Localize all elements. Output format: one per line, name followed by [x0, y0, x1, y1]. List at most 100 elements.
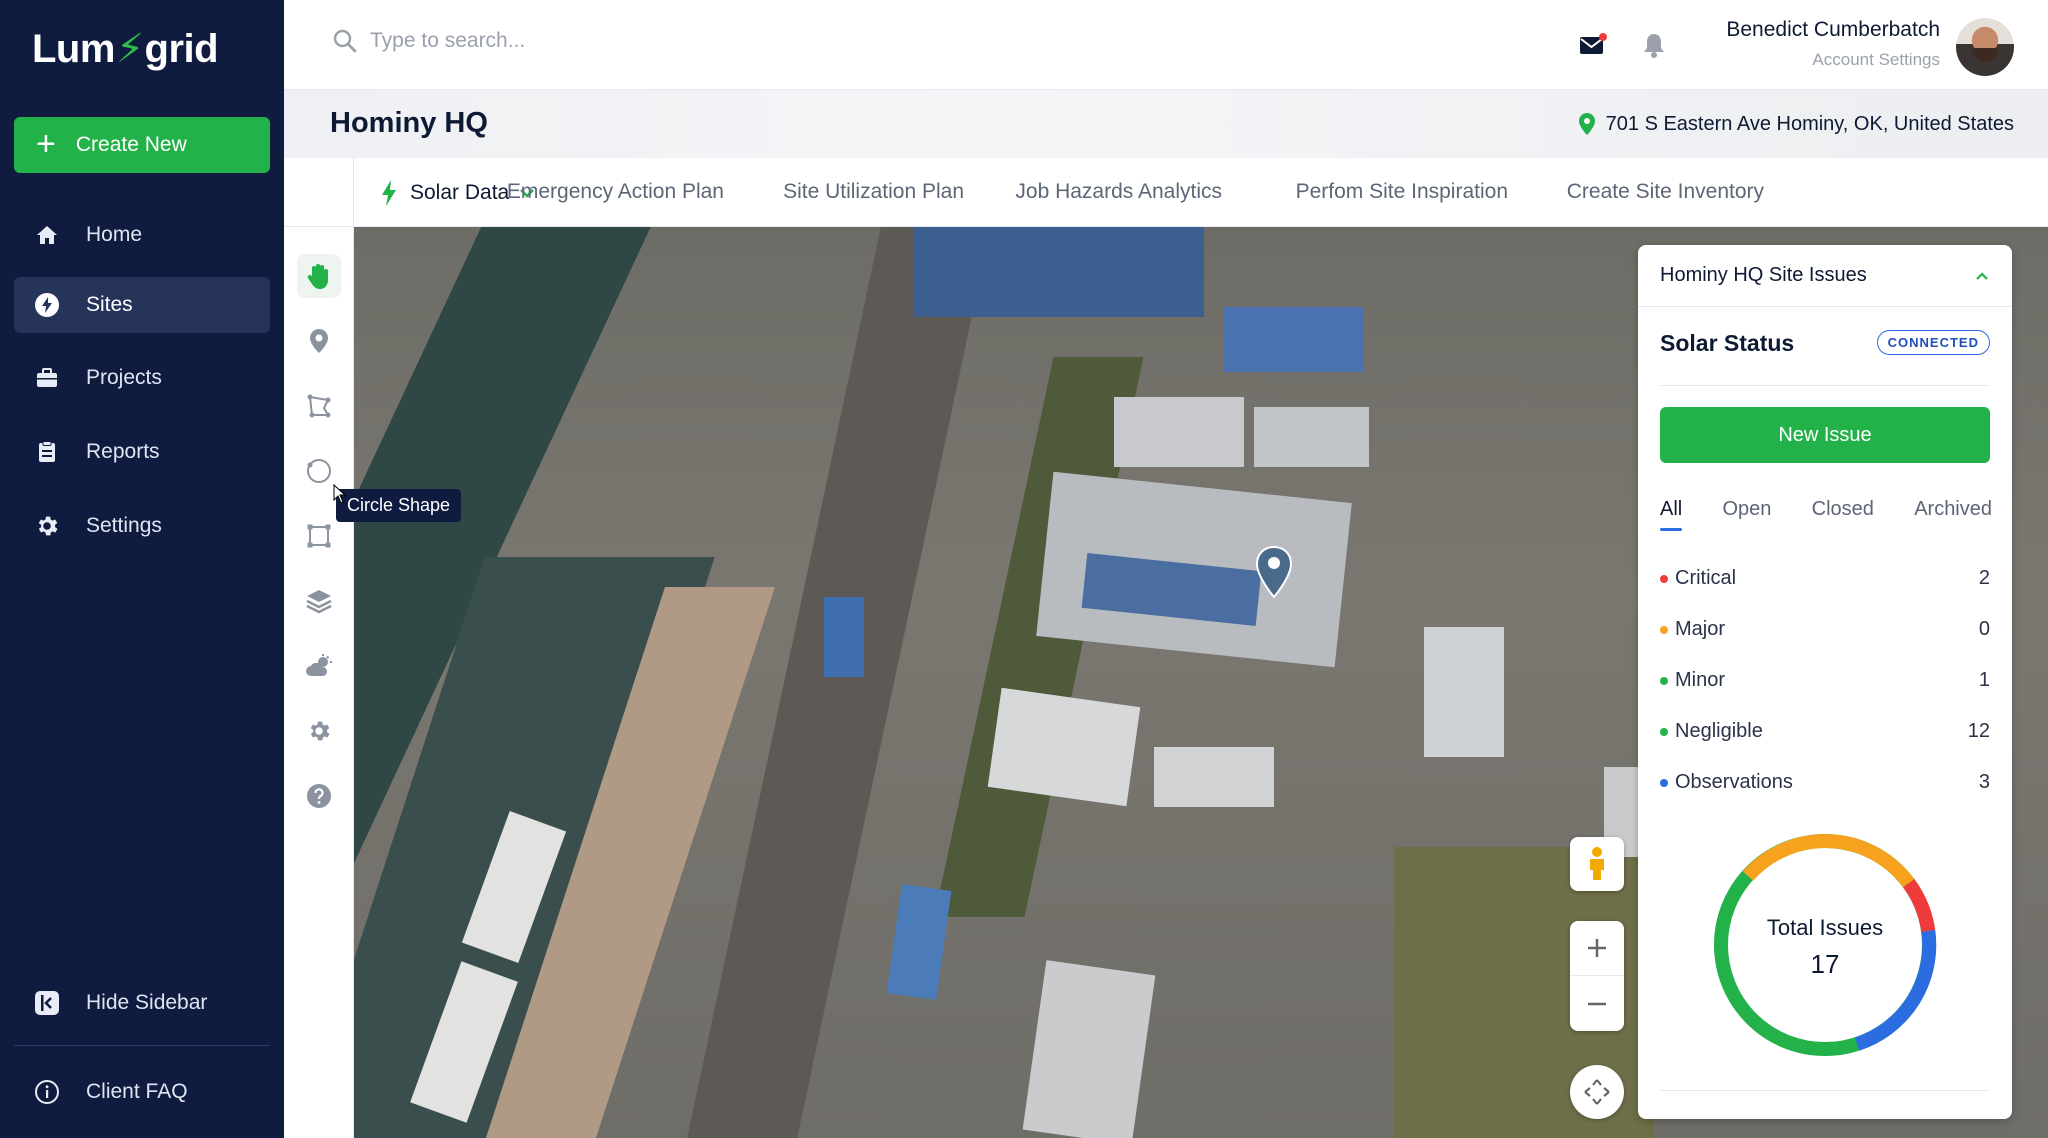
- top-bar: Benedict Cumberbatch Account Settings: [284, 0, 2048, 90]
- severity-count: 12: [1967, 720, 1990, 742]
- gear-icon: [34, 513, 60, 539]
- sidebar-item-label: Sites: [86, 293, 133, 316]
- tab-create-site-inventory[interactable]: Create Site Inventory: [1567, 180, 1764, 204]
- severity-row-minor[interactable]: Minor 1: [1660, 669, 1990, 692]
- issue-filter-tabs: All Open Closed Archived: [1660, 498, 1992, 531]
- bell-icon[interactable]: [1641, 31, 1667, 64]
- street-view-button[interactable]: [1570, 837, 1624, 891]
- severity-label: Observations: [1675, 771, 1793, 793]
- new-issue-button[interactable]: New Issue: [1660, 407, 1990, 463]
- gear-icon: [310, 721, 330, 741]
- briefcase-icon: [34, 365, 60, 391]
- minor-dot: [1660, 676, 1668, 685]
- severity-count: 2: [1978, 567, 1990, 589]
- tab-emergency-action-plan[interactable]: Emergency Action Plan: [507, 180, 724, 204]
- help-tool[interactable]: [297, 774, 341, 818]
- tools-header-cell: [284, 158, 354, 227]
- polygon-tool[interactable]: [297, 384, 341, 428]
- search-input[interactable]: [370, 29, 770, 53]
- filter-tab-all[interactable]: All: [1660, 498, 1683, 531]
- sidebar-item-settings[interactable]: Settings: [14, 498, 270, 554]
- hide-sidebar-label: Hide Sidebar: [86, 991, 208, 1014]
- site-issues-header[interactable]: Hominy HQ Site Issues: [1638, 245, 2012, 307]
- marker-tool[interactable]: [297, 319, 341, 363]
- location-pin-icon: [310, 329, 328, 353]
- donut-segment-orange: [1824, 833, 1915, 888]
- map-settings-tool[interactable]: [297, 709, 341, 753]
- negligible-dot: [1660, 727, 1668, 736]
- plus-icon: +: [36, 124, 56, 163]
- hand-icon: [307, 264, 328, 289]
- sidebar-item-label: Home: [86, 223, 143, 246]
- logo-text-left: Lum: [32, 26, 115, 71]
- sidebar-item-projects[interactable]: Projects: [14, 350, 270, 406]
- sidebar-item-label: Projects: [86, 366, 162, 389]
- filter-tab-closed[interactable]: Closed: [1812, 498, 1874, 531]
- sidebar-divider: [14, 1045, 270, 1046]
- site-header: Hominy HQ 701 S Eastern Ave Hominy, OK, …: [284, 90, 2048, 158]
- bolt-icon: [382, 180, 396, 206]
- tab-job-hazards-analytics[interactable]: Job Hazards Analytics: [1015, 180, 1222, 204]
- mail-icon[interactable]: [1579, 32, 1607, 61]
- map-tools: [284, 227, 354, 1138]
- critical-dot: [1660, 574, 1668, 583]
- search-box: [332, 28, 770, 54]
- filter-tab-open[interactable]: Open: [1722, 498, 1771, 531]
- page-title: Hominy HQ: [330, 107, 488, 139]
- zoom-in-button[interactable]: [1570, 921, 1624, 976]
- site-address: 701 S Eastern Ave Hominy, OK, United Sta…: [1578, 112, 2014, 136]
- zoom-out-button[interactable]: [1570, 976, 1624, 1031]
- tab-site-utilization-plan[interactable]: Site Utilization Plan: [783, 180, 964, 204]
- site-address-text: 701 S Eastern Ave Hominy, OK, United Sta…: [1605, 112, 2014, 135]
- sidebar-item-sites[interactable]: Sites: [14, 277, 270, 333]
- home-icon: [34, 222, 60, 248]
- zoom-control: [1570, 921, 1624, 1031]
- observations-dot: [1660, 778, 1668, 787]
- tool-tooltip: Circle Shape: [336, 489, 462, 522]
- pegman-icon: [1590, 847, 1604, 880]
- sidebar-item-label: Settings: [86, 514, 162, 537]
- pan-tool[interactable]: [297, 254, 341, 298]
- collapse-sidebar-icon: [34, 990, 60, 1016]
- map-marker-icon[interactable]: [1254, 545, 1294, 599]
- circle-shape-icon: [307, 459, 331, 483]
- layers-tool[interactable]: [297, 579, 341, 623]
- severity-count: 1: [1978, 669, 1990, 691]
- map-building-2: [1254, 407, 1369, 467]
- avatar[interactable]: [1956, 18, 2014, 76]
- rectangle-tool[interactable]: [297, 514, 341, 558]
- map-building-10: [824, 597, 864, 677]
- hide-sidebar-button[interactable]: Hide Sidebar: [14, 975, 270, 1031]
- site-issues-title: Hominy HQ Site Issues: [1660, 264, 1867, 286]
- total-issues-value: 17: [1810, 949, 1840, 979]
- tab-perform-site-inspiration[interactable]: Perfom Site Inspiration: [1296, 180, 1508, 204]
- user-name[interactable]: Benedict Cumberbatch: [1726, 18, 1940, 42]
- client-faq-link[interactable]: Client FAQ: [14, 1064, 270, 1120]
- recenter-button[interactable]: [1570, 1065, 1624, 1119]
- help-icon: [307, 784, 331, 808]
- create-new-button[interactable]: + Create New: [14, 117, 270, 173]
- severity-row-negligible[interactable]: Negligible 12: [1660, 720, 1990, 743]
- total-issues-donut: [1714, 833, 1937, 1056]
- total-issues-label: Total Issues: [1766, 915, 1884, 940]
- severity-label: Minor: [1675, 669, 1726, 691]
- severity-row-observations[interactable]: Observations 3: [1660, 771, 1990, 794]
- severity-label: Critical: [1675, 567, 1737, 589]
- solar-data-label: Solar Data: [410, 181, 510, 204]
- map-building-blue: [914, 227, 1204, 317]
- sidebar-item-home[interactable]: Home: [14, 207, 270, 263]
- info-icon: [34, 1079, 60, 1105]
- clipboard-icon: [34, 439, 60, 465]
- severity-row-major[interactable]: Major 0: [1660, 618, 1990, 641]
- sidebar-item-reports[interactable]: Reports: [14, 424, 270, 480]
- map-building-3: [1424, 627, 1504, 757]
- donut-segment-orange-2: [1742, 834, 1826, 881]
- map-building-4: [987, 687, 1141, 807]
- app-logo[interactable]: Lum ⚡ grid: [32, 14, 219, 84]
- filter-tab-archived[interactable]: Archived: [1914, 498, 1992, 531]
- weather-tool[interactable]: [297, 644, 341, 688]
- chevron-up-icon: [1976, 271, 1988, 280]
- donut-segment-blue: [1854, 930, 1937, 1051]
- severity-row-critical[interactable]: Critical 2: [1660, 567, 1990, 590]
- account-settings-link[interactable]: Account Settings: [1812, 50, 1940, 70]
